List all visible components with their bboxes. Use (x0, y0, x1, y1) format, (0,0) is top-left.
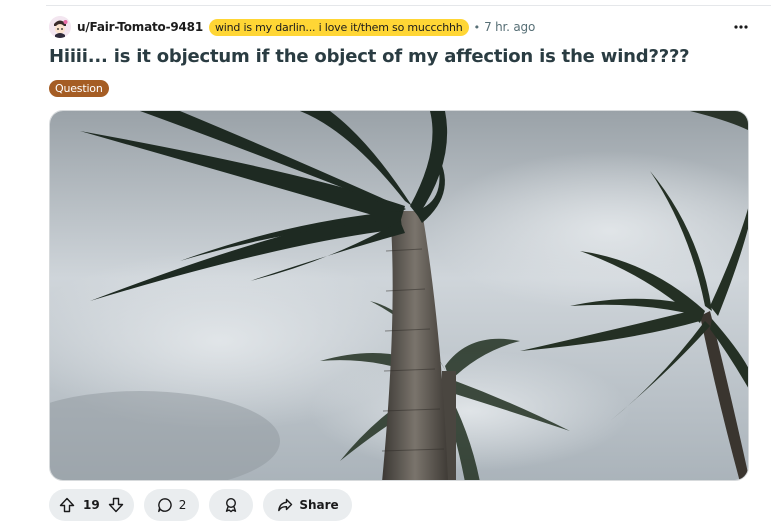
more-horizontal-icon (734, 25, 748, 29)
feed-divider (46, 5, 771, 6)
award-button[interactable] (209, 489, 254, 521)
meta-separator: • (473, 20, 481, 34)
share-label: Share (299, 498, 339, 512)
post-header: u/Fair-Tomato-9481 wind is my darlin... … (49, 15, 755, 39)
share-button[interactable]: Share (263, 489, 352, 521)
comment-count: 2 (178, 498, 187, 512)
post-actions-bar: 19 2 Share (49, 489, 352, 521)
user-flair: wind is my darlin... i love it/them so m… (208, 18, 469, 36)
upvote-arrow-icon (59, 497, 75, 513)
vote-count: 19 (83, 498, 100, 512)
comments-button[interactable]: 2 (143, 489, 200, 521)
award-icon (226, 497, 237, 513)
upvote-button[interactable] (55, 493, 79, 517)
downvote-arrow-icon (108, 497, 123, 513)
more-options-button[interactable] (731, 19, 751, 35)
post-image[interactable] (49, 110, 749, 481)
comment-bubble-icon (157, 498, 172, 513)
post-title[interactable]: Hiiii... is it objectum if the object of… (49, 46, 690, 67)
post-flair-badge[interactable]: Question (49, 80, 109, 97)
share-arrow-icon (278, 498, 293, 512)
post-timestamp: 7 hr. ago (484, 20, 536, 34)
user-avatar[interactable] (49, 16, 71, 38)
author-username[interactable]: u/Fair-Tomato-9481 (77, 20, 203, 34)
vote-control: 19 (49, 489, 134, 521)
downvote-button[interactable] (104, 493, 128, 517)
